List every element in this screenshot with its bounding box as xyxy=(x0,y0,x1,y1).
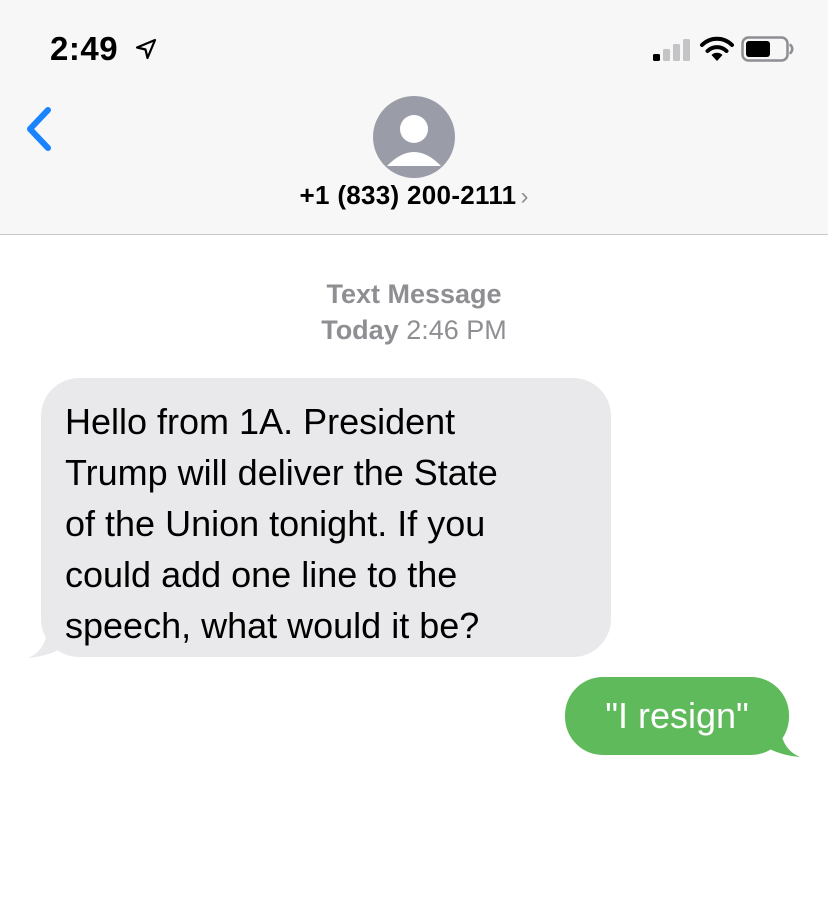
contact-avatar[interactable] xyxy=(373,96,455,178)
time-label: 2:46 PM xyxy=(406,315,507,345)
contact-details-button[interactable]: +1 (833) 200-2111 › xyxy=(0,180,828,211)
contact-number: +1 (833) 200-2111 xyxy=(299,180,517,210)
back-button[interactable] xyxy=(20,104,60,154)
incoming-message-text: Hello from 1A. President Trump will deli… xyxy=(41,378,611,657)
messages-screen: 2:49 +1 (833) 200-2111 › Text Message To… xyxy=(0,0,828,916)
outgoing-message-text: "I resign" xyxy=(565,677,789,755)
chevron-left-icon xyxy=(27,107,51,151)
cellular-signal-icon xyxy=(653,39,690,61)
day-label: Today xyxy=(321,315,399,345)
chevron-right-icon: › xyxy=(520,183,529,210)
person-silhouette-icon xyxy=(387,115,441,166)
location-arrow-icon xyxy=(135,38,157,60)
battery-icon xyxy=(741,36,794,62)
service-label: Text Message xyxy=(326,279,502,309)
status-time: 2:49 xyxy=(50,30,119,67)
conversation-header: 2:49 +1 (833) 200-2111 › xyxy=(0,0,828,235)
wifi-icon xyxy=(700,36,734,61)
message-timestamp: Text Message Today 2:46 PM xyxy=(0,276,828,348)
incoming-message[interactable]: Hello from 1A. President Trump will deli… xyxy=(28,378,618,662)
outgoing-message[interactable]: "I resign" xyxy=(562,677,802,759)
